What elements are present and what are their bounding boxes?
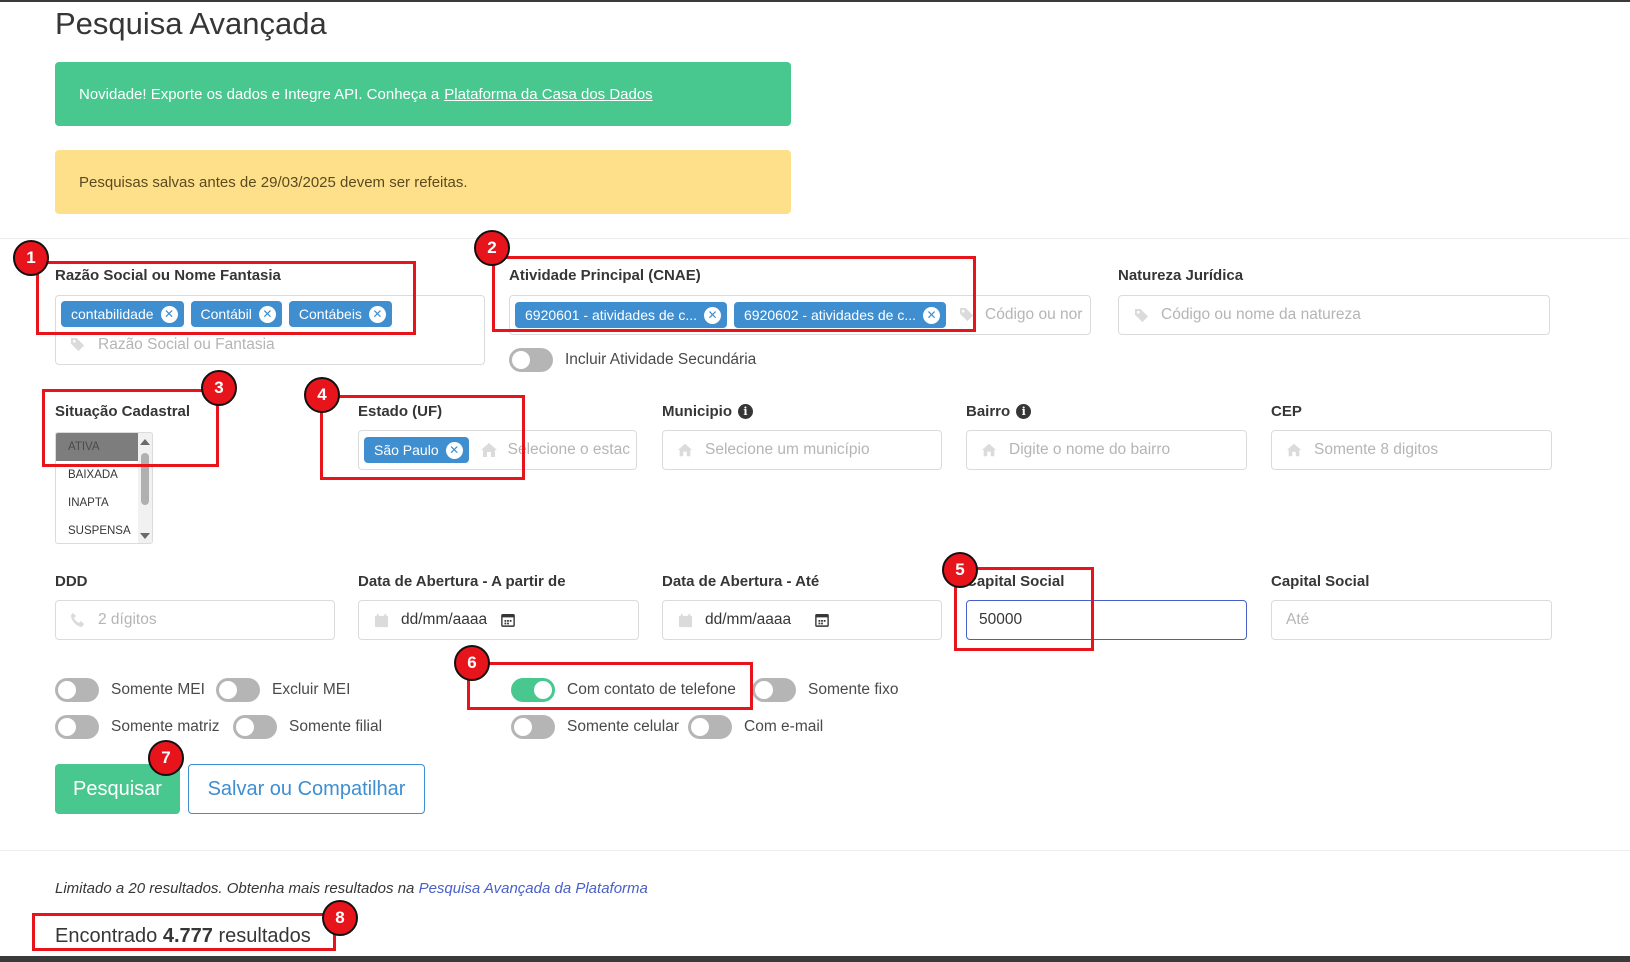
advanced-search-platform-link[interactable]: Pesquisa Avançada da Plataforma (419, 880, 648, 897)
natureza-input[interactable]: Código ou nome da natureza (1118, 295, 1550, 335)
results-divider (0, 850, 1630, 851)
annotation-box-1 (36, 261, 416, 335)
municipio-label: Municipio i (662, 403, 753, 420)
save-share-button[interactable]: Salvar ou Compatilhar (188, 764, 425, 814)
home-icon (677, 442, 693, 458)
annotation-badge-6: 6 (454, 645, 490, 681)
toggle-track[interactable] (233, 715, 277, 739)
phone-icon (70, 612, 86, 628)
annotation-box-4 (320, 395, 525, 480)
calendar-icon (677, 612, 693, 628)
incluir-secundaria-switch[interactable]: Incluir Atividade Secundária (509, 348, 756, 372)
toggle-track[interactable] (216, 678, 260, 702)
abertura-ate-label: Data de Abertura - Até (662, 573, 820, 590)
calendar-icon (373, 612, 389, 628)
annotation-badge-8: 8 (322, 900, 358, 936)
top-border (0, 0, 1630, 2)
annotation-box-6 (467, 662, 753, 710)
cep-input[interactable]: Somente 8 digitos (1271, 430, 1552, 470)
toggle-track[interactable] (511, 715, 555, 739)
annotation-box-3 (42, 389, 219, 467)
cnae-input[interactable]: Código ou nor (959, 306, 1082, 324)
form-divider (0, 238, 1630, 239)
annotation-badge-5: 5 (942, 552, 978, 588)
export-notification: Novidade! Exporte os dados e Integre API… (55, 62, 791, 126)
info-icon[interactable]: i (1016, 404, 1032, 419)
date-picker-icon[interactable] (815, 613, 829, 627)
page-title: Pesquisa Avançada (55, 6, 327, 41)
toggle-track[interactable] (752, 678, 796, 702)
natureza-label: Natureza Jurídica (1118, 267, 1244, 284)
info-icon[interactable]: i (738, 404, 753, 419)
annotation-badge-3: 3 (201, 370, 237, 406)
capital-max-input[interactable]: Até (1271, 600, 1552, 640)
tag-icon (70, 337, 86, 353)
somente-celular-switch[interactable]: Somente celular (511, 715, 679, 739)
limit-note: Limitado a 20 resultados. Obtenha mais r… (55, 880, 648, 897)
somente-fixo-switch[interactable]: Somente fixo (752, 678, 898, 702)
excluir-mei-switch[interactable]: Excluir MEI (216, 678, 350, 702)
saved-search-warning: Pesquisas salvas antes de 29/03/2025 dev… (55, 150, 791, 214)
bottom-border (0, 956, 1630, 962)
capital-max-label: Capital Social (1271, 573, 1370, 590)
toggle-track[interactable] (55, 678, 99, 702)
abertura-de-label: Data de Abertura - A partir de (358, 573, 566, 590)
platform-link[interactable]: Plataforma da Casa dos Dados (444, 86, 652, 103)
option-suspensa[interactable]: SUSPENSA (56, 517, 140, 543)
somente-filial-switch[interactable]: Somente filial (233, 715, 382, 739)
bairro-input[interactable]: Digite o nome do bairro (966, 430, 1247, 470)
date-picker-icon[interactable] (501, 613, 515, 627)
annotation-badge-2: 2 (474, 230, 510, 266)
razao-social-input[interactable]: Razão Social ou Fantasia (70, 336, 275, 354)
export-notification-text: Novidade! Exporte os dados e Integre API… (79, 85, 440, 103)
toggle-track[interactable] (688, 715, 732, 739)
home-icon (981, 442, 997, 458)
home-icon (1286, 442, 1302, 458)
annotation-badge-1: 1 (13, 240, 49, 276)
ddd-label: DDD (55, 573, 88, 590)
scroll-down-icon[interactable] (140, 533, 150, 539)
toggle-track[interactable] (509, 348, 553, 372)
toggle-track[interactable] (55, 715, 99, 739)
annotation-badge-7: 7 (148, 740, 184, 776)
tag-icon (1133, 307, 1149, 323)
somente-matriz-switch[interactable]: Somente matriz (55, 715, 220, 739)
abertura-de-input[interactable]: dd/mm/aaaa (358, 600, 639, 640)
ddd-input[interactable]: 2 dígitos (55, 600, 335, 640)
annotation-box-2 (492, 256, 976, 332)
annotation-box-8 (32, 913, 336, 951)
somente-mei-switch[interactable]: Somente MEI (55, 678, 205, 702)
saved-search-warning-text: Pesquisas salvas antes de 29/03/2025 dev… (79, 173, 468, 191)
option-inapta[interactable]: INAPTA (56, 489, 140, 517)
municipio-input[interactable]: Selecione um município (662, 430, 942, 470)
annotation-badge-4: 4 (304, 377, 340, 413)
com-email-switch[interactable]: Com e-mail (688, 715, 823, 739)
cep-label: CEP (1271, 403, 1302, 420)
bairro-label: Bairro i (966, 403, 1032, 420)
abertura-ate-input[interactable]: dd/mm/aaaa (662, 600, 942, 640)
